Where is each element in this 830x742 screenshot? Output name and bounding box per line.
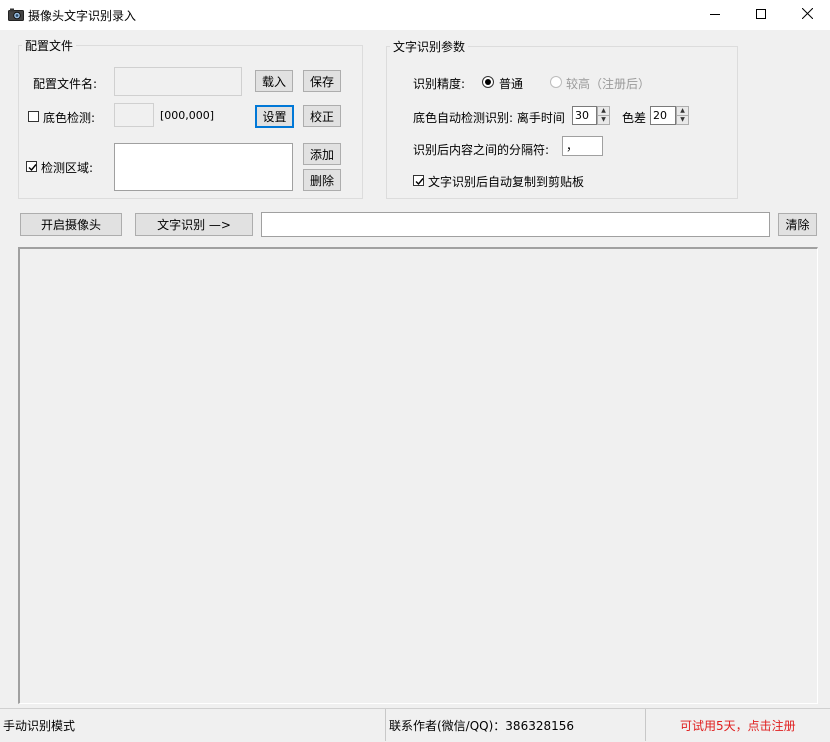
calibrate-button[interactable]: 校正 xyxy=(303,105,341,127)
status-contact: 联系作者(微信/QQ)：386328156 xyxy=(389,719,575,733)
load-button[interactable]: 载入 xyxy=(255,70,293,92)
filename-input[interactable] xyxy=(114,67,242,96)
recognize-button[interactable]: 文字识别 —> xyxy=(135,213,253,236)
close-button[interactable] xyxy=(784,0,830,30)
camera-app-icon xyxy=(8,8,24,21)
status-separator xyxy=(645,709,646,741)
auto-detect-label: 底色自动检测识别: 离手时间 xyxy=(413,111,565,125)
minimize-icon xyxy=(710,7,720,23)
spin-up-icon[interactable]: ▲ xyxy=(598,107,609,116)
delete-button[interactable]: 删除 xyxy=(303,169,341,191)
region-list[interactable] xyxy=(114,143,293,191)
color-diff-label: 色差 xyxy=(622,111,647,125)
status-separator xyxy=(385,709,386,741)
open-camera-button[interactable]: 开启摄像头 xyxy=(20,213,122,236)
minimize-button[interactable] xyxy=(692,0,738,30)
close-icon xyxy=(801,7,813,23)
region-checkbox[interactable] xyxy=(26,161,37,172)
spin-down-icon[interactable]: ▼ xyxy=(677,116,688,124)
bgcolor-swatch xyxy=(114,103,154,127)
clear-button[interactable]: 清除 xyxy=(778,213,817,236)
separator-label: 识别后内容之间的分隔符: xyxy=(413,143,550,157)
radio-high[interactable] xyxy=(550,76,562,88)
status-mode: 手动识别模式 xyxy=(3,719,76,733)
maximize-icon xyxy=(756,7,766,23)
leave-time-spinner[interactable]: ▲ ▼ xyxy=(597,106,610,125)
leave-time-input[interactable]: 30 xyxy=(572,106,597,125)
auto-copy-checkbox[interactable] xyxy=(413,175,424,186)
maximize-button[interactable] xyxy=(738,0,784,30)
auto-copy-label: 文字识别后自动复制到剪贴板 xyxy=(428,175,585,189)
checkmark-icon xyxy=(415,178,424,186)
bgcolor-label: 底色检测: xyxy=(43,111,96,125)
separator-input[interactable]: ， xyxy=(562,136,603,156)
result-input[interactable] xyxy=(261,212,770,237)
color-diff-input[interactable]: 20 xyxy=(650,106,676,125)
window-title: 摄像头文字识别录入 xyxy=(28,9,137,23)
radio-normal[interactable] xyxy=(482,76,494,88)
radio-high-label: 较高（注册后） xyxy=(566,77,651,91)
spin-down-icon[interactable]: ▼ xyxy=(598,116,609,124)
region-label: 检测区域: xyxy=(41,161,94,175)
filename-label: 配置文件名: xyxy=(33,77,98,91)
bgcolor-checkbox[interactable] xyxy=(28,111,39,122)
camera-preview-area[interactable] xyxy=(18,247,818,704)
save-button[interactable]: 保存 xyxy=(303,70,341,92)
register-link[interactable]: 可试用5天，点击注册 xyxy=(680,717,796,734)
radio-normal-label: 普通 xyxy=(499,77,524,91)
ocr-group-label: 文字识别参数 xyxy=(390,38,469,55)
config-group-label: 配置文件 xyxy=(22,37,77,54)
setup-button[interactable]: 设置 xyxy=(255,105,294,128)
spin-up-icon[interactable]: ▲ xyxy=(677,107,688,116)
add-button[interactable]: 添加 xyxy=(303,143,341,165)
color-diff-spinner[interactable]: ▲ ▼ xyxy=(676,106,689,125)
bgcolor-value: [000,000] xyxy=(160,109,215,122)
precision-label: 识别精度: xyxy=(413,77,466,91)
checkmark-icon xyxy=(28,164,37,172)
